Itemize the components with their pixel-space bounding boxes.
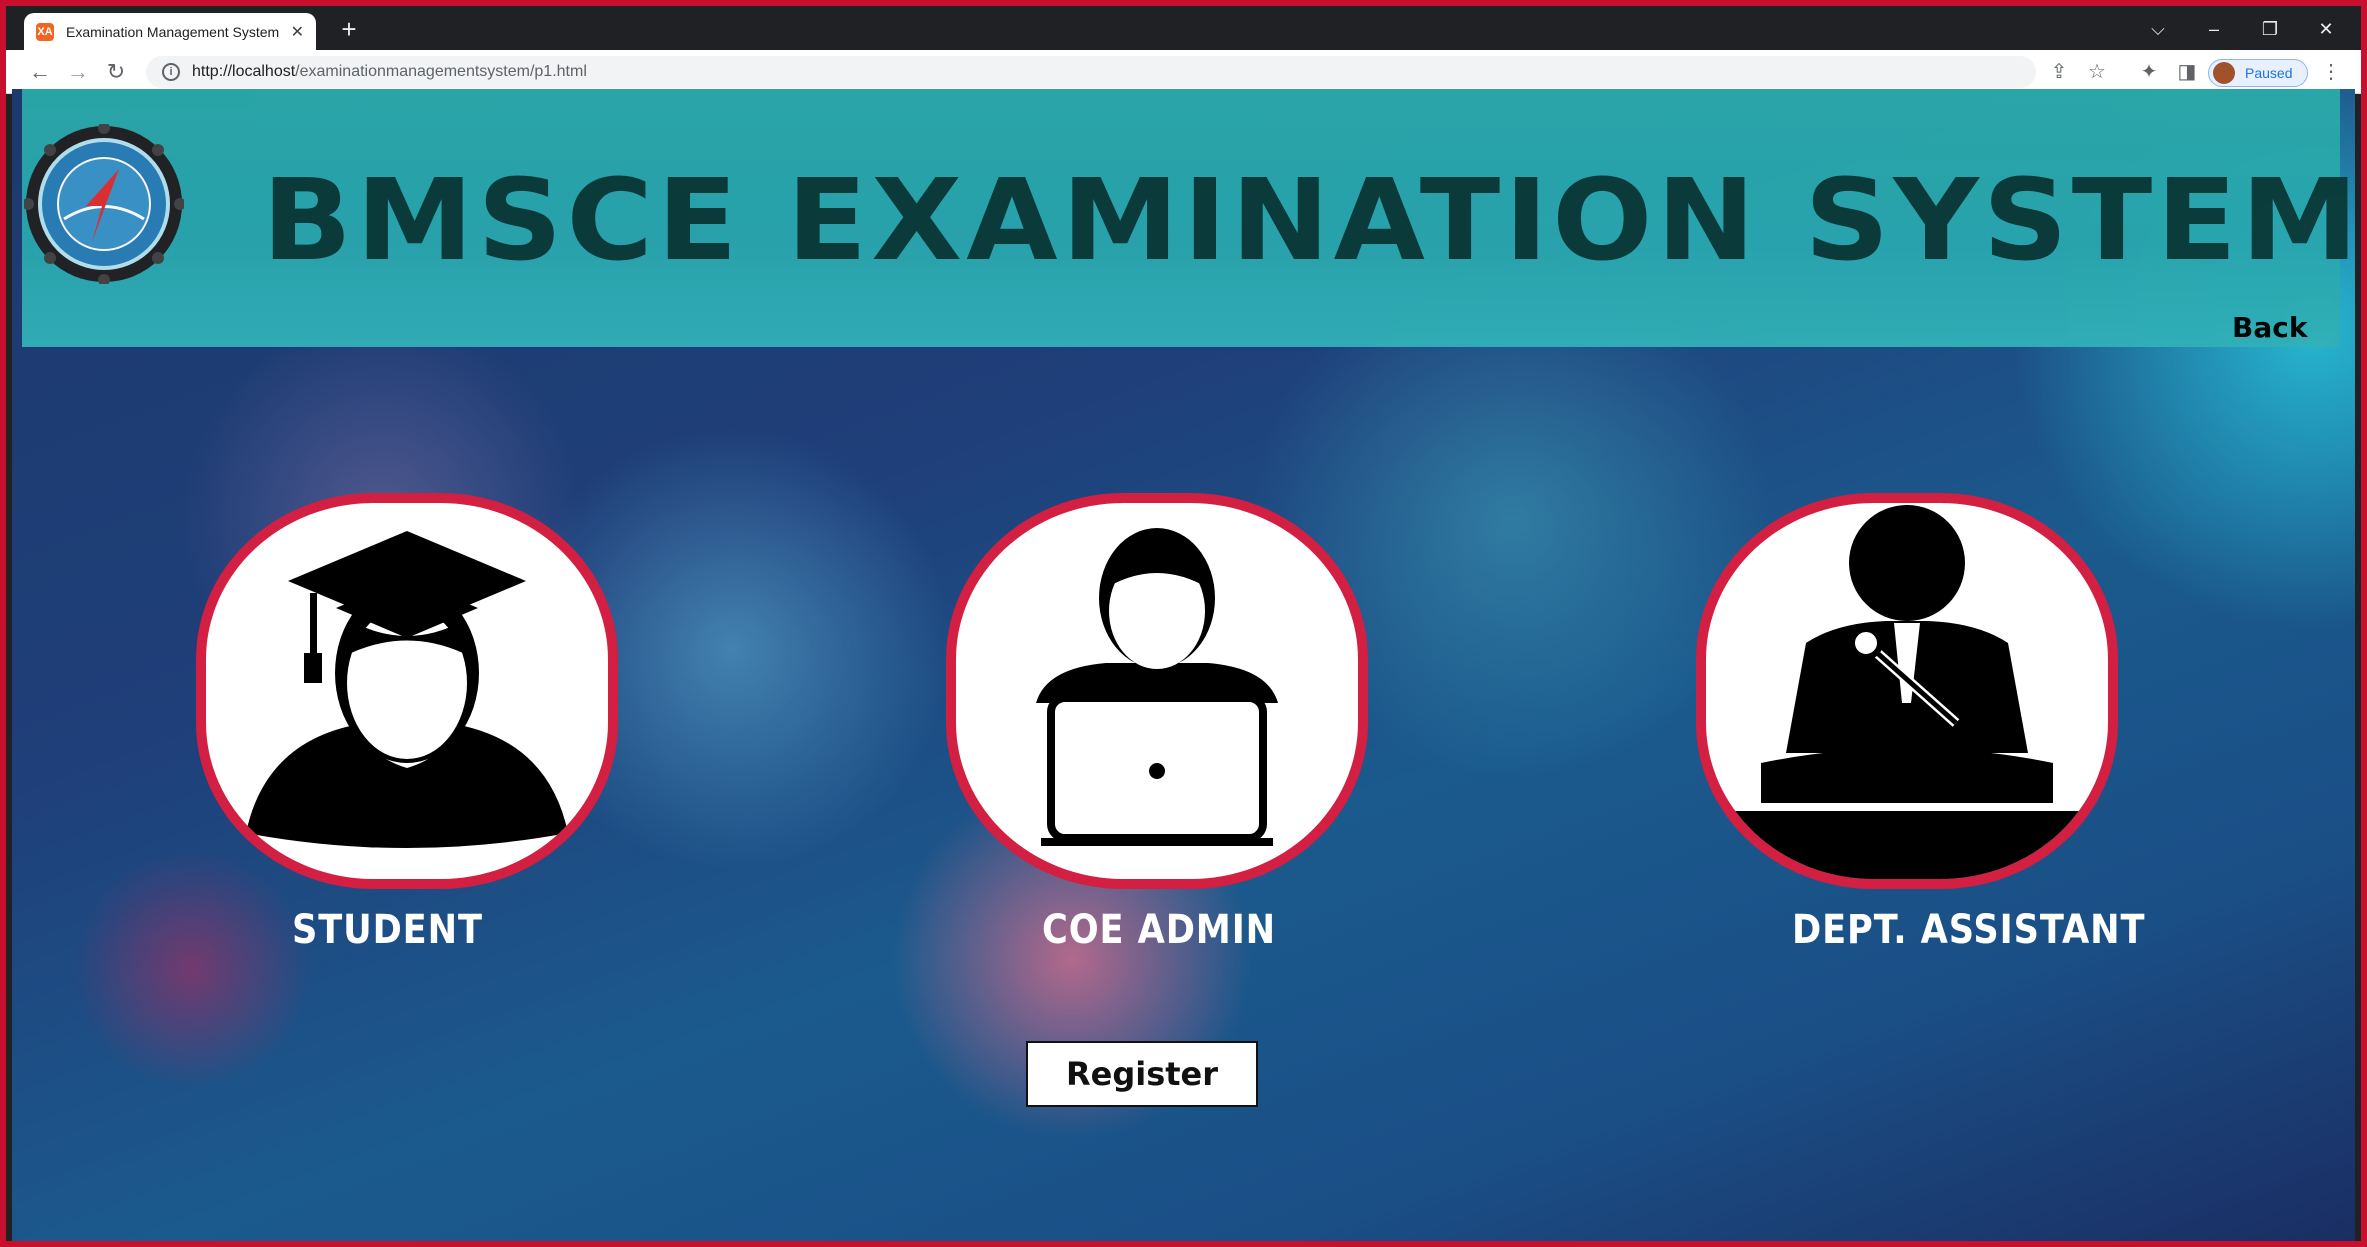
side-panel-icon[interactable]: ◨ bbox=[2174, 59, 2200, 85]
coe-admin-label[interactable]: COE ADMIN bbox=[1042, 907, 1276, 953]
browser-tab[interactable]: XA Examination Management System ✕ bbox=[24, 13, 316, 50]
admin-laptop-icon bbox=[1036, 528, 1278, 846]
profile-button[interactable]: Paused bbox=[2208, 59, 2308, 87]
url-path: /examinationmanagementsystem/p1.html bbox=[295, 63, 587, 80]
extensions-puzzle-icon[interactable]: ✦ bbox=[2136, 59, 2162, 85]
tab-title: Examination Management System bbox=[66, 23, 280, 40]
share-icon[interactable]: ⇪ bbox=[2046, 59, 2072, 85]
menu-dots-icon[interactable]: ⋮ bbox=[2318, 59, 2344, 85]
address-bar[interactable]: i http://localhost/examinationmanagement… bbox=[146, 56, 2036, 88]
minimize-button[interactable]: – bbox=[2194, 14, 2234, 44]
address-toolbar: ← → ↻ i http://localhost/examinationmana… bbox=[6, 50, 2361, 94]
coe-admin-role-card[interactable] bbox=[946, 493, 1368, 889]
page-title: BMSCE EXAMINATION SYSTEM bbox=[262, 154, 2361, 286]
college-logo-icon bbox=[24, 124, 184, 284]
avatar bbox=[2213, 62, 2235, 84]
tab-search-icon[interactable]: ⌵ bbox=[2138, 14, 2178, 44]
window-close-button[interactable]: ✕ bbox=[2306, 14, 2346, 44]
register-button[interactable]: Register bbox=[1026, 1041, 1258, 1107]
url-text: http://localhost/examinationmanagementsy… bbox=[192, 63, 587, 81]
forward-arrow-icon[interactable]: → bbox=[64, 58, 92, 86]
back-link[interactable]: Back bbox=[2232, 311, 2307, 344]
bookmark-star-icon[interactable]: ☆ bbox=[2084, 59, 2110, 85]
student-role-card[interactable] bbox=[196, 493, 618, 889]
student-graduate-icon bbox=[246, 531, 568, 848]
browser-window: XA Examination Management System ✕ + ⌵ –… bbox=[6, 6, 2361, 1241]
dept-assistant-label[interactable]: DEPT. ASSISTANT bbox=[1792, 907, 2145, 953]
dept-assistant-role-card[interactable] bbox=[1696, 493, 2118, 889]
back-arrow-icon[interactable]: ← bbox=[26, 58, 54, 86]
restore-button[interactable]: ❐ bbox=[2250, 14, 2290, 44]
xampp-favicon-icon: XA bbox=[36, 22, 54, 41]
reload-icon[interactable]: ↻ bbox=[102, 58, 130, 86]
close-icon[interactable]: ✕ bbox=[291, 22, 304, 42]
speaker-podium-icon bbox=[1706, 505, 2108, 879]
info-icon[interactable]: i bbox=[162, 63, 180, 81]
profile-status: Paused bbox=[2245, 65, 2293, 81]
tab-strip: XA Examination Management System ✕ + ⌵ –… bbox=[6, 6, 2361, 50]
student-label[interactable]: STUDENT bbox=[292, 907, 483, 953]
new-tab-button[interactable]: + bbox=[334, 14, 364, 44]
site-header: BMSCE EXAMINATION SYSTEM Back bbox=[22, 89, 2361, 347]
url-host: http://localhost bbox=[192, 63, 296, 80]
page-content: BMSCE EXAMINATION SYSTEM Back STUDENT CO… bbox=[12, 89, 2361, 1241]
